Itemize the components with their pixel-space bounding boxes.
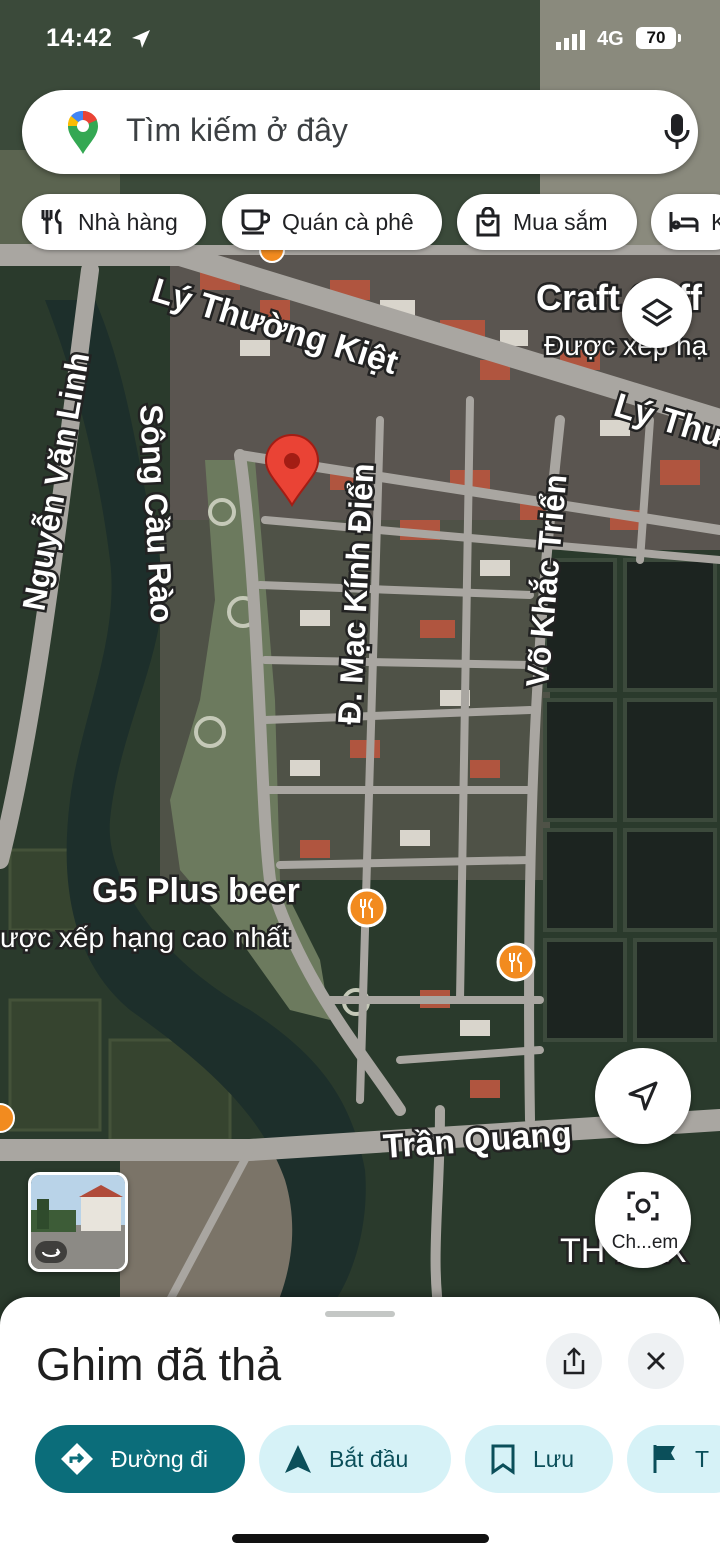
category-chips: Nhà hàng Quán cà phê Mua sắm K xyxy=(0,194,720,250)
directions-icon xyxy=(61,1443,93,1475)
cell-signal-icon xyxy=(556,30,585,50)
save-button[interactable]: Lưu xyxy=(465,1425,613,1493)
share-button[interactable] xyxy=(546,1333,602,1389)
restaurant-icon xyxy=(41,208,62,234)
share-icon xyxy=(563,1347,585,1375)
navigation-arrow-icon xyxy=(628,1081,658,1111)
start-button[interactable]: Bắt đầu xyxy=(259,1425,451,1493)
search-input[interactable]: Tìm kiếm ở đây xyxy=(126,112,348,149)
camera-lens-icon xyxy=(627,1191,659,1221)
close-button[interactable] xyxy=(628,1333,684,1389)
place-label-g5-rating: ược xếp hạng cao nhất xyxy=(0,922,290,953)
close-icon xyxy=(647,1352,665,1370)
network-type: 4G xyxy=(597,28,624,50)
microphone-icon[interactable] xyxy=(662,112,692,152)
status-time: 14:42 xyxy=(46,24,113,52)
chip-label: Quán cà phê xyxy=(282,208,414,235)
chip-coffee[interactable]: Quán cà phê xyxy=(222,194,442,250)
sheet-title: Ghim đã thả xyxy=(36,1339,282,1390)
flag-icon xyxy=(653,1445,675,1473)
label-button[interactable]: T xyxy=(627,1425,720,1493)
bookmark-icon xyxy=(491,1444,515,1475)
location-arrow-icon xyxy=(132,30,150,48)
sheet-drag-handle[interactable] xyxy=(325,1311,395,1317)
my-location-button[interactable] xyxy=(595,1048,691,1144)
search-bar[interactable]: Tìm kiếm ở đây xyxy=(22,90,698,174)
directions-button[interactable]: Đường đi xyxy=(35,1425,245,1493)
street-view-thumbnail[interactable] xyxy=(28,1172,128,1272)
coffee-icon xyxy=(241,209,270,235)
hotel-icon xyxy=(669,212,699,232)
street-view-rotate-icon xyxy=(35,1241,67,1263)
restaurant-marker[interactable] xyxy=(496,942,536,982)
chip-label: K xyxy=(711,208,720,235)
place-label-g5-plus-beer: G5 Plus beer xyxy=(92,872,300,910)
battery-level: 70 xyxy=(636,27,676,49)
google-maps-logo-icon xyxy=(67,110,98,154)
label-label: T xyxy=(695,1445,710,1472)
chip-restaurants[interactable]: Nhà hàng xyxy=(22,194,206,250)
layers-button[interactable] xyxy=(622,278,692,348)
place-bottom-sheet[interactable]: Ghim đã thả Đường đi Bắt đầu Lưu T xyxy=(0,1297,720,1558)
start-label: Bắt đầu xyxy=(329,1445,409,1472)
layers-icon xyxy=(641,298,673,327)
chip-hotels[interactable]: K xyxy=(651,194,720,250)
directions-label: Đường đi xyxy=(111,1445,208,1472)
status-bar: 14:42 4G 70 xyxy=(0,0,720,80)
home-indicator[interactable] xyxy=(232,1534,489,1543)
shopping-bag-icon xyxy=(476,207,500,237)
chip-label: Mua sắm xyxy=(513,208,608,235)
save-label: Lưu xyxy=(533,1445,574,1472)
navigation-icon xyxy=(285,1445,311,1473)
chip-shopping[interactable]: Mua sắm xyxy=(457,194,637,250)
lens-label: Ch...em xyxy=(611,1232,679,1253)
battery-cap xyxy=(678,34,681,42)
chip-label: Nhà hàng xyxy=(78,208,178,235)
restaurant-marker-g5[interactable] xyxy=(347,888,387,928)
